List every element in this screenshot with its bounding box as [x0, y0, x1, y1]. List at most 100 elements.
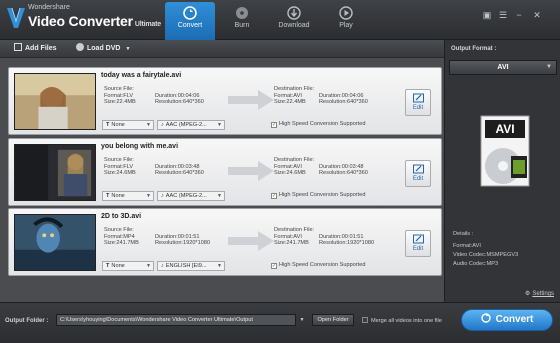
source-resolution: Resolution:1920*1080 [155, 240, 211, 247]
close-icon[interactable]: ✕ [532, 10, 542, 20]
menu-icon[interactable]: ☰ [498, 10, 508, 20]
destination-duration: Duration:00:01:51 [319, 233, 364, 240]
subtitle-select[interactable]: T None ▼ [102, 191, 154, 201]
chat-icon[interactable]: ▣ [482, 10, 492, 20]
tab-play[interactable]: Play [321, 2, 371, 38]
details-format: Format:AVI [453, 243, 481, 249]
download-icon [287, 6, 301, 20]
arrow-right-icon [228, 231, 274, 251]
destination-size: Size:241.7MB [274, 240, 309, 247]
app-window: Wondershare Video Converter Ultimate Conv… [0, 0, 560, 343]
video-thumbnail[interactable] [14, 144, 96, 201]
destination-resolution: Resolution:1920*1080 [319, 240, 375, 247]
destination-format: Format:AVI [274, 233, 302, 240]
check-icon: ✓ [271, 263, 277, 269]
subtitle-icon: T [106, 193, 110, 199]
audio-track-select[interactable]: ♪ AAC (MPEG-2... ▼ [157, 120, 225, 130]
edit-button[interactable]: Edit [405, 230, 431, 257]
tab-convert[interactable]: Convert [165, 2, 215, 40]
source-info-extra: Duration:00:01:51 Resolution:1920*1080 [155, 234, 210, 247]
source-resolution: Resolution:640*360 [155, 170, 204, 177]
subtitle-icon: T [106, 263, 110, 269]
tab-download[interactable]: Download [269, 2, 319, 38]
merge-videos-option[interactable]: Merge all videos into one file [362, 317, 442, 324]
load-dvd-button[interactable]: Load DVD ▼ [76, 43, 130, 55]
convert-icon [480, 313, 491, 323]
tab-burn[interactable]: Burn [217, 2, 267, 38]
audio-track-select[interactable]: ♪ ENGLISH [EI9... ▼ [157, 261, 225, 271]
destination-resolution: Resolution:640*360 [319, 99, 368, 106]
chevron-down-icon: ▼ [546, 64, 552, 70]
high-speed-option[interactable]: ✓ High Speed Conversion Supported [271, 121, 365, 128]
title-bar: Wondershare Video Converter Ultimate Conv… [0, 0, 560, 40]
output-format-label: Output Format : [451, 46, 497, 52]
avi-format-icon[interactable]: AVI [475, 114, 535, 194]
merge-checkbox[interactable] [362, 317, 368, 323]
destination-label: Destination File: [274, 86, 315, 92]
destination-duration: Duration:00:03:48 [319, 163, 364, 170]
source-size: Size:22.4MB [104, 99, 136, 106]
load-dvd-label: Load DVD [87, 45, 121, 52]
edit-icon [412, 234, 424, 244]
details-audio-codec: Audio Codec:MP3 [453, 261, 499, 267]
settings-link[interactable]: ⚙ Settings [525, 290, 554, 297]
chevron-down-icon: ▼ [217, 193, 222, 199]
output-format-panel: Output Format : AVI ▼ AVI Details : Forma… [444, 40, 560, 302]
file-name: today was a fairytale.avi [101, 72, 182, 79]
file-name: 2D to 3D.avi [101, 213, 142, 220]
subtitle-value: None [111, 122, 125, 128]
edit-button[interactable]: Edit [405, 160, 431, 187]
add-files-button[interactable]: Add Files [14, 43, 57, 55]
list-item[interactable]: today was a fairytale.avi Source File: F… [8, 67, 442, 135]
brand-company: Wondershare [28, 4, 70, 11]
source-duration: Duration:00:01:51 [155, 233, 200, 240]
destination-label: Destination File: [274, 227, 315, 233]
source-format: Format:FLV [104, 92, 134, 99]
audio-icon: ♪ [161, 193, 164, 199]
list-item[interactable]: you belong with me.avi Source File: Form… [8, 138, 442, 206]
convert-button[interactable]: Convert [461, 309, 553, 331]
list-item[interactable]: 2D to 3D.avi Source File: Format:MP4 Siz… [8, 208, 442, 276]
minimize-icon[interactable]: − [514, 10, 524, 20]
source-info: Source File: Format:FLV Size:22.4MB [104, 86, 136, 106]
gear-icon: ⚙ [524, 291, 531, 297]
edit-label: Edit [412, 105, 424, 111]
open-folder-button[interactable]: Open Folder [312, 314, 354, 326]
arrow-right-icon [228, 161, 274, 181]
output-format-value: AVI [497, 64, 509, 71]
output-folder-label: Output Folder : [5, 318, 49, 324]
app-logo-icon [7, 7, 25, 28]
chevron-down-icon: ▼ [217, 122, 222, 128]
app-title-edition: Ultimate [134, 21, 161, 28]
output-folder-path-field[interactable]: C:\Users\yhouying\Documents\Wondershare … [56, 314, 296, 326]
video-thumbnail[interactable] [14, 214, 96, 271]
destination-size: Size:22.4MB [274, 99, 306, 106]
edit-button[interactable]: Edit [405, 89, 431, 116]
avi-icon-text: AVI [495, 122, 515, 136]
destination-size: Size:24.6MB [274, 170, 306, 177]
high-speed-option[interactable]: ✓ High Speed Conversion Supported [271, 262, 365, 269]
output-format-select[interactable]: AVI ▼ [449, 60, 557, 75]
bottom-bar: Output Folder : C:\Users\yhouying\Docume… [0, 302, 560, 343]
source-label: Source File: [104, 86, 134, 92]
source-format: Format:FLV [104, 163, 134, 170]
subtitle-value: None [111, 193, 125, 199]
audio-value: AAC (MPEG-2... [165, 122, 207, 128]
subtitle-select[interactable]: T None ▼ [102, 261, 154, 271]
destination-info-extra: Duration:00:01:51 Resolution:1920*1080 [319, 234, 374, 247]
high-speed-option[interactable]: ✓ High Speed Conversion Supported [271, 192, 365, 199]
source-info: Source File: Format:FLV Size:24.6MB [104, 157, 136, 177]
chevron-down-icon[interactable]: ▼ [297, 314, 307, 326]
high-speed-label: High Speed Conversion Supported [279, 121, 366, 127]
file-name: you belong with me.avi [101, 143, 179, 150]
audio-track-select[interactable]: ♪ AAC (MPEG-2... ▼ [157, 191, 225, 201]
subtitle-select[interactable]: T None ▼ [102, 120, 154, 130]
destination-info: Destination File: Format:AVI Size:241.7M… [274, 227, 314, 247]
video-thumbnail[interactable] [14, 73, 96, 130]
audio-value: AAC (MPEG-2... [165, 193, 207, 199]
toolbar: Add Files Load DVD ▼ [0, 40, 444, 58]
source-format: Format:MP4 [104, 233, 135, 240]
settings-label: Settings [532, 291, 554, 297]
source-info-extra: Duration:00:04:06 Resolution:640*360 [155, 93, 204, 106]
source-info: Source File: Format:MP4 Size:241.7MB [104, 227, 139, 247]
